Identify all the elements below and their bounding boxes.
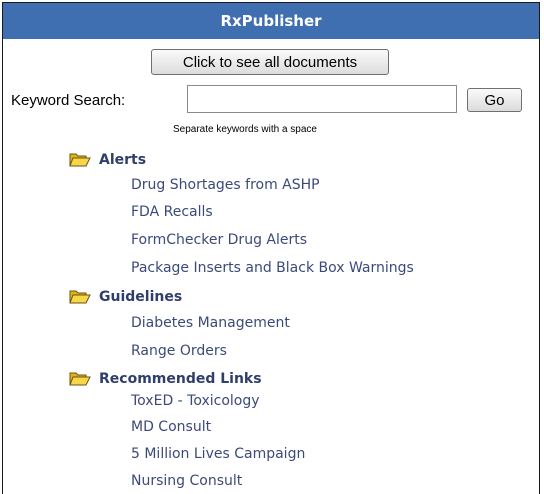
section-title: Alerts [99, 151, 147, 168]
section-recommended-links[interactable]: Recommended Links [69, 370, 262, 387]
link-md-consult[interactable]: MD Consult [131, 419, 211, 435]
see-all-documents-button[interactable]: Click to see all documents [151, 49, 389, 75]
link-diabetes-management[interactable]: Diabetes Management [131, 315, 290, 331]
link-formchecker-alerts[interactable]: FormChecker Drug Alerts [131, 232, 307, 248]
go-button[interactable]: Go [467, 88, 522, 112]
keyword-search-label: Keyword Search: [11, 92, 126, 109]
section-alerts[interactable]: Alerts [69, 151, 146, 168]
link-package-inserts[interactable]: Package Inserts and Black Box Warnings [131, 260, 414, 276]
link-drug-shortages[interactable]: Drug Shortages from ASHP [131, 177, 320, 193]
folder-open-icon [69, 290, 91, 304]
link-5-million-lives[interactable]: 5 Million Lives Campaign [131, 446, 305, 462]
section-title: Recommended Links [99, 370, 262, 387]
section-guidelines[interactable]: Guidelines [69, 288, 182, 305]
rxpublisher-panel: RxPublisher Click to see all documents K… [2, 2, 540, 494]
link-nursing-consult[interactable]: Nursing Consult [131, 473, 242, 489]
search-hint: Separate keywords with a space [173, 124, 317, 135]
link-toxed[interactable]: ToxED - Toxicology [131, 393, 260, 409]
link-fda-recalls[interactable]: FDA Recalls [131, 204, 213, 220]
keyword-search-input[interactable] [187, 85, 457, 113]
folder-open-icon [69, 372, 91, 386]
section-title: Guidelines [99, 288, 183, 305]
panel-title: RxPublisher [3, 3, 539, 39]
folder-open-icon [69, 153, 91, 167]
link-range-orders[interactable]: Range Orders [131, 343, 227, 359]
